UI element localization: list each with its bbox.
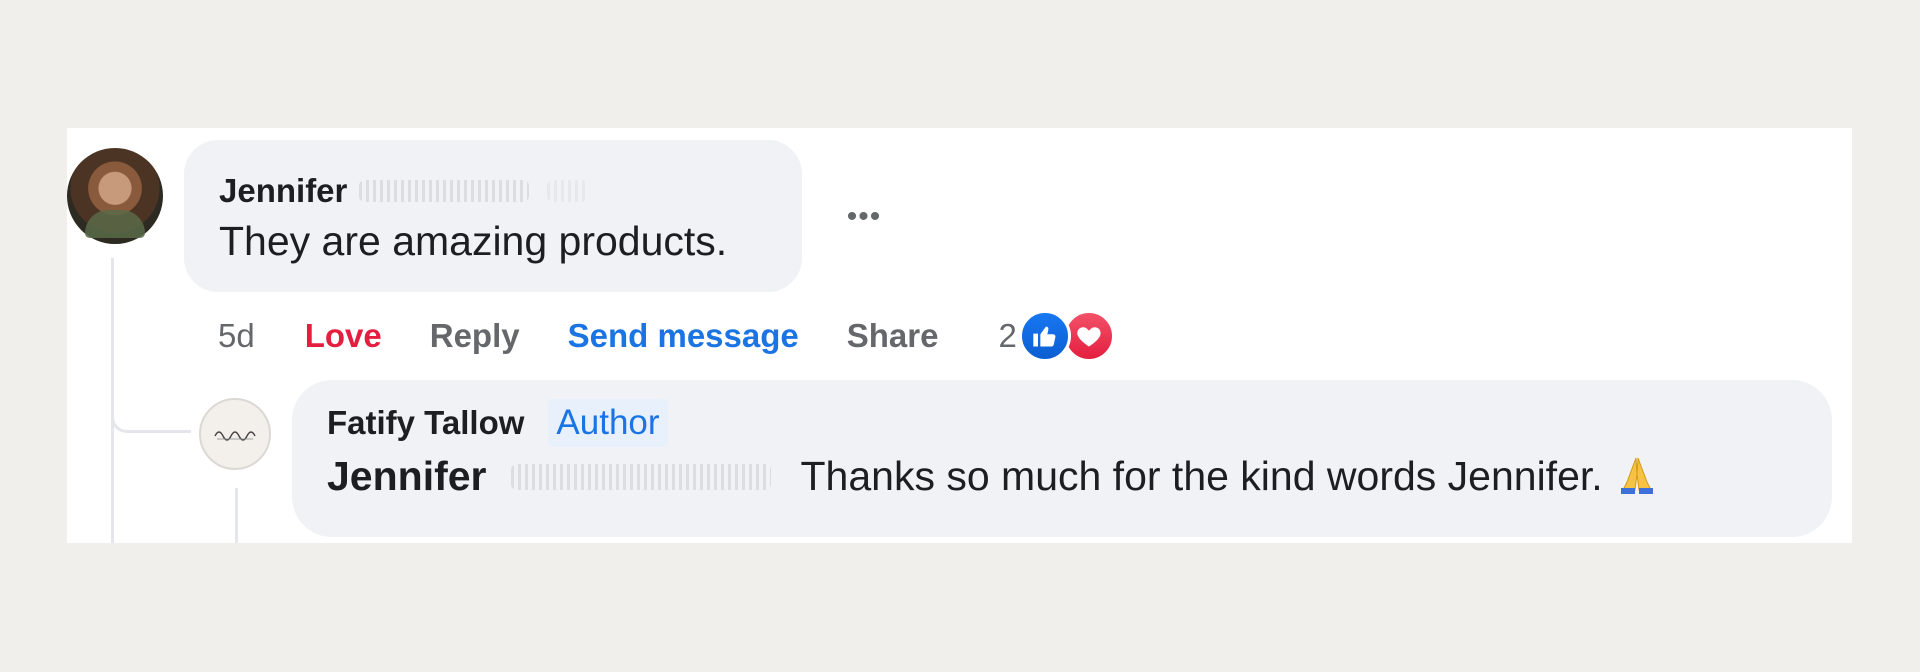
redacted-tagged-surname [510,463,771,490]
tagged-user-link[interactable]: Jennifer [327,453,487,500]
comment-text: They are amazing products. [219,218,728,264]
reply-button[interactable]: Reply [430,317,520,355]
thread-connector [111,378,191,433]
folded-hands-icon [1615,452,1659,501]
redacted-surname-tail [547,180,588,202]
send-message-button[interactable]: Send message [568,317,799,355]
reaction-count[interactable]: 2 [998,317,1016,355]
reply-thread-line [235,488,238,543]
love-reaction-button[interactable]: Love [305,317,382,355]
reply-text: Thanks so much for the kind words Jennif… [800,453,1603,499]
reply-author-name[interactable]: Fatify Tallow [327,404,524,442]
redacted-surname [359,180,530,202]
author-badge: Author [548,399,668,447]
reply-bubble: Fatify Tallow Author Jennifer Thanks so … [292,380,1832,537]
comment-thread: Jennifer They are amazing products. ••• … [67,128,1852,543]
page-avatar[interactable] [199,398,271,470]
comment-bubble: Jennifer They are amazing products. [184,140,802,292]
commenter-avatar[interactable] [67,148,163,244]
timestamp-link[interactable]: 5d [218,317,255,355]
page-logo-icon [214,431,256,441]
commenter-name[interactable]: Jennifer [219,172,347,210]
more-options-button[interactable]: ••• [839,202,889,242]
comment-actions: 5d Love Reply Send message Share 2 [218,308,1115,364]
like-icon[interactable] [1018,310,1071,362]
share-button[interactable]: Share [847,317,939,355]
